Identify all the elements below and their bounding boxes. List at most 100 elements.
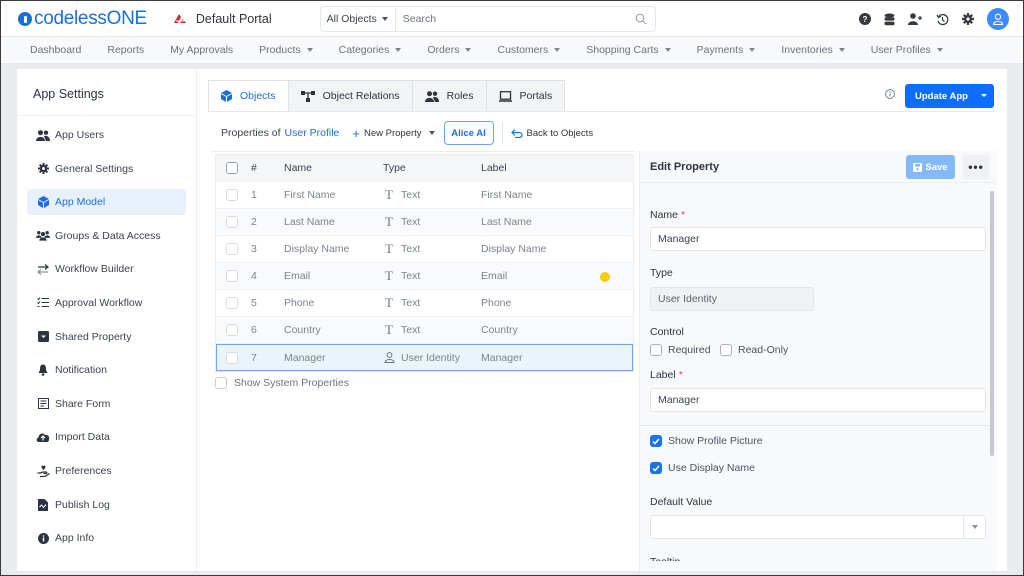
column-header-label[interactable]: Label xyxy=(481,162,591,174)
table-row[interactable]: 3 Display Name T Text Display Name xyxy=(216,236,633,263)
edit-panel-scrollbar[interactable] xyxy=(990,191,994,456)
more-options-button[interactable]: ••• xyxy=(963,155,989,179)
read-only-option[interactable]: Read-Only xyxy=(720,344,788,356)
nav-label: User Profiles xyxy=(870,44,931,56)
search-icon[interactable] xyxy=(635,13,647,25)
alice-ai-button[interactable]: Alice AI xyxy=(443,121,494,145)
back-to-objects-link[interactable]: Back to Objects xyxy=(510,128,593,139)
chevron-down-icon xyxy=(428,131,435,135)
name-input[interactable]: Manager xyxy=(650,227,986,251)
table-row[interactable]: 5 Phone T Text Phone xyxy=(216,290,633,317)
table-row[interactable]: 6 Country T Text Country xyxy=(216,317,633,344)
sidebar-item-notification[interactable]: Notification xyxy=(27,357,186,383)
column-header-name[interactable]: Name xyxy=(284,162,383,174)
sidebar-item-preferences[interactable]: Preferences xyxy=(27,458,186,484)
tab-portals[interactable]: Portals xyxy=(486,80,566,112)
nav-reports[interactable]: Reports xyxy=(107,44,144,56)
model-tabs: Objects Object Relations Roles Portals xyxy=(208,80,566,112)
portal-icon xyxy=(173,13,187,24)
show-profile-picture-option[interactable]: Show Profile Picture xyxy=(650,435,763,447)
label-input[interactable]: Manager xyxy=(650,388,986,412)
row-checkbox[interactable] xyxy=(225,243,238,255)
nav-orders[interactable]: Orders xyxy=(427,44,472,56)
chevron-down-icon xyxy=(664,48,671,52)
table-row[interactable]: 4 Email T Text Email xyxy=(216,263,633,290)
row-name: Last Name xyxy=(284,216,335,228)
update-app-label: Update App xyxy=(915,90,968,102)
save-button[interactable]: Save xyxy=(906,155,955,179)
nav-shopping-carts[interactable]: Shopping Carts xyxy=(586,44,671,56)
help-icon[interactable]: ? xyxy=(859,13,871,25)
nav-inventories[interactable]: Inventories xyxy=(781,44,845,56)
column-header-type[interactable]: Type xyxy=(383,162,481,174)
row-checkbox[interactable] xyxy=(225,189,238,201)
database-icon[interactable] xyxy=(884,13,895,26)
sidebar-item-general-settings[interactable]: General Settings xyxy=(27,156,186,182)
default-value-select[interactable] xyxy=(650,515,986,539)
row-checkbox[interactable] xyxy=(225,216,238,228)
app-logo[interactable]: codelessONE xyxy=(18,8,147,30)
info-icon[interactable] xyxy=(885,89,895,99)
sidebar-item-import-data[interactable]: Import Data xyxy=(27,424,186,450)
update-app-button[interactable]: Update App xyxy=(905,84,994,108)
row-type: Text xyxy=(401,189,421,201)
nav-my-approvals[interactable]: My Approvals xyxy=(170,44,233,56)
use-display-name-option[interactable]: Use Display Name xyxy=(650,462,755,474)
sidebar-item-groups-data-access[interactable]: Groups & Data Access xyxy=(27,223,186,249)
table-row[interactable]: 1 First Name T Text First Name xyxy=(216,182,633,209)
toolbar-divider xyxy=(501,122,503,144)
nav-customers[interactable]: Customers xyxy=(497,44,561,56)
type-field-label: Type xyxy=(650,267,673,279)
edit-property-panel: Edit Property Save ••• Name * Manager Typ… xyxy=(639,151,997,571)
read-only-checkbox[interactable] xyxy=(720,344,732,356)
nav-payments[interactable]: Payments xyxy=(697,44,756,56)
main-nav: Dashboard Reports My Approvals Products … xyxy=(1,37,1023,64)
use-display-name-checkbox[interactable] xyxy=(650,462,662,474)
user-avatar[interactable] xyxy=(987,8,1009,30)
show-profile-picture-checkbox[interactable] xyxy=(650,435,662,447)
row-name: Country xyxy=(284,324,321,336)
sidebar-item-app-info[interactable]: App Info xyxy=(27,525,186,551)
sidebar-item-label: Shared Property xyxy=(55,330,132,343)
nav-user-profiles[interactable]: User Profiles xyxy=(871,44,943,56)
nav-products[interactable]: Products xyxy=(259,44,313,56)
sidebar-item-approval-workflow[interactable]: Approval Workflow xyxy=(27,290,186,316)
required-option[interactable]: Required xyxy=(650,344,711,356)
sidebar-item-publish-log[interactable]: Publish Log xyxy=(27,492,186,518)
sidebar-item-share-form[interactable]: Share Form xyxy=(27,391,186,417)
history-icon[interactable] xyxy=(936,13,949,26)
object-name-link[interactable]: User Profile xyxy=(285,127,340,139)
chevron-down-icon[interactable] xyxy=(981,94,987,97)
tab-roles[interactable]: Roles xyxy=(412,80,487,112)
sidebar-item-app-model[interactable]: App Model xyxy=(27,189,186,216)
tab-object-relations[interactable]: Object Relations xyxy=(288,80,413,112)
row-num: 5 xyxy=(251,297,257,309)
row-checkbox[interactable] xyxy=(225,351,238,364)
table-row-selected[interactable]: 7 Manager User Identity Manager xyxy=(216,344,633,371)
label-field-label: Label * xyxy=(650,369,683,381)
row-checkbox[interactable] xyxy=(225,297,238,309)
show-system-properties-checkbox[interactable] xyxy=(215,377,227,389)
add-user-icon[interactable] xyxy=(908,13,923,25)
row-checkbox[interactable] xyxy=(225,270,238,282)
row-checkbox[interactable] xyxy=(225,324,238,336)
show-system-properties-toggle[interactable]: Show System Properties xyxy=(215,377,349,389)
nav-dashboard[interactable]: Dashboard xyxy=(30,44,81,56)
nav-categories[interactable]: Categories xyxy=(339,44,402,56)
chevron-down-icon[interactable] xyxy=(963,516,985,538)
table-row[interactable]: 2 Last Name T Text Last Name xyxy=(216,209,633,236)
select-all-checkbox[interactable] xyxy=(225,162,238,174)
new-property-button[interactable]: + New Property xyxy=(352,127,435,140)
sidebar-item-app-users[interactable]: App Users xyxy=(27,122,186,148)
gear-icon[interactable] xyxy=(962,13,974,25)
search-scope-dropdown[interactable]: All Objects xyxy=(321,6,396,31)
row-name: First Name xyxy=(284,189,336,201)
search-input[interactable] xyxy=(395,12,635,25)
bell-icon xyxy=(36,364,50,376)
tab-objects[interactable]: Objects xyxy=(208,80,289,112)
required-checkbox[interactable] xyxy=(650,344,662,356)
sidebar-item-shared-property[interactable]: Shared Property xyxy=(27,324,186,350)
sidebar-item-workflow-builder[interactable]: Workflow Builder xyxy=(27,256,186,282)
portal-selector[interactable]: Default Portal xyxy=(173,12,272,26)
nav-label: Categories xyxy=(338,44,390,56)
